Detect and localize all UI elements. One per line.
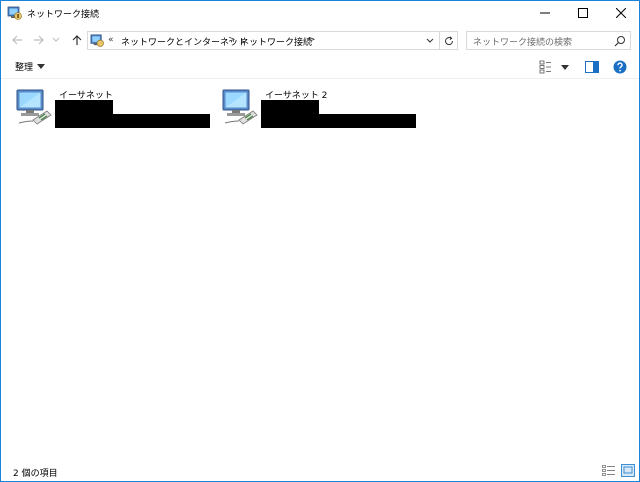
arrow-left-icon xyxy=(12,35,22,45)
redacted-block xyxy=(55,100,113,114)
organize-label: 整理 xyxy=(15,63,34,73)
preview-pane-icon xyxy=(585,61,599,73)
search-placeholder[interactable]: ネットワーク接続の検索 xyxy=(473,35,572,48)
network-connections-icon xyxy=(90,34,104,47)
forward-button[interactable] xyxy=(31,32,47,48)
connection-item[interactable]: イーサネット 2 xyxy=(221,85,421,131)
explorer-window: ネットワーク接続 « ネットワークとインターネット > ネットワーク接続 > ネ… xyxy=(0,0,640,482)
status-bar: 2 個の項目 xyxy=(1,461,639,481)
ethernet-adapter-icon xyxy=(16,89,52,125)
chevron-down-icon xyxy=(52,37,60,42)
arrow-up-icon xyxy=(72,35,82,45)
breadcrumb-separator[interactable]: > xyxy=(308,35,316,45)
help-button[interactable] xyxy=(612,59,628,75)
title-bar[interactable]: ネットワーク接続 xyxy=(1,1,639,25)
redacted-block xyxy=(55,114,210,128)
arrow-right-icon xyxy=(34,35,44,45)
refresh-button[interactable] xyxy=(440,31,458,50)
maximize-button[interactable] xyxy=(564,1,602,25)
view-options-icon xyxy=(539,60,551,74)
large-icons-view-icon xyxy=(623,466,633,474)
back-button[interactable] xyxy=(9,32,25,48)
address-dropdown-button[interactable] xyxy=(424,35,436,47)
up-button[interactable] xyxy=(69,32,85,48)
caret-down-icon xyxy=(37,64,46,69)
close-icon xyxy=(616,8,626,18)
connections-list: イーサネット イーサネット 2 xyxy=(1,80,639,458)
maximize-icon xyxy=(578,8,588,18)
address-bar[interactable]: « ネットワークとインターネット > ネットワーク接続 > xyxy=(87,31,440,50)
search-box[interactable]: ネットワーク接続の検索 xyxy=(466,31,631,50)
redacted-block xyxy=(261,100,319,114)
redacted-block xyxy=(261,114,416,128)
refresh-icon xyxy=(444,35,453,45)
minimize-button[interactable] xyxy=(526,1,564,25)
connection-item[interactable]: イーサネット xyxy=(15,85,215,131)
chevron-down-icon xyxy=(426,38,434,43)
recent-locations-button[interactable] xyxy=(51,32,61,48)
command-bar: 整理 xyxy=(1,55,639,79)
large-icons-view-button[interactable] xyxy=(621,464,635,477)
breadcrumb-separator[interactable]: > xyxy=(228,35,236,45)
change-view-button[interactable] xyxy=(539,59,569,75)
organize-button[interactable]: 整理 xyxy=(15,60,46,73)
help-icon xyxy=(613,60,627,74)
search-icon[interactable] xyxy=(614,35,626,47)
caret-down-icon xyxy=(561,64,569,70)
close-button[interactable] xyxy=(602,1,640,25)
item-count: 2 個の項目 xyxy=(13,469,58,479)
ethernet-adapter-icon xyxy=(222,89,258,125)
details-view-icon[interactable] xyxy=(602,465,616,477)
breadcrumb-network-connections[interactable]: ネットワーク接続 xyxy=(240,35,312,48)
minimize-icon xyxy=(540,12,550,14)
window-title: ネットワーク接続 xyxy=(27,10,100,20)
network-connections-icon xyxy=(7,6,22,20)
address-overflow-button[interactable]: « xyxy=(108,35,114,45)
preview-pane-button[interactable] xyxy=(584,59,600,75)
navigation-row: « ネットワークとインターネット > ネットワーク接続 > ネットワーク接続の検… xyxy=(1,28,639,52)
